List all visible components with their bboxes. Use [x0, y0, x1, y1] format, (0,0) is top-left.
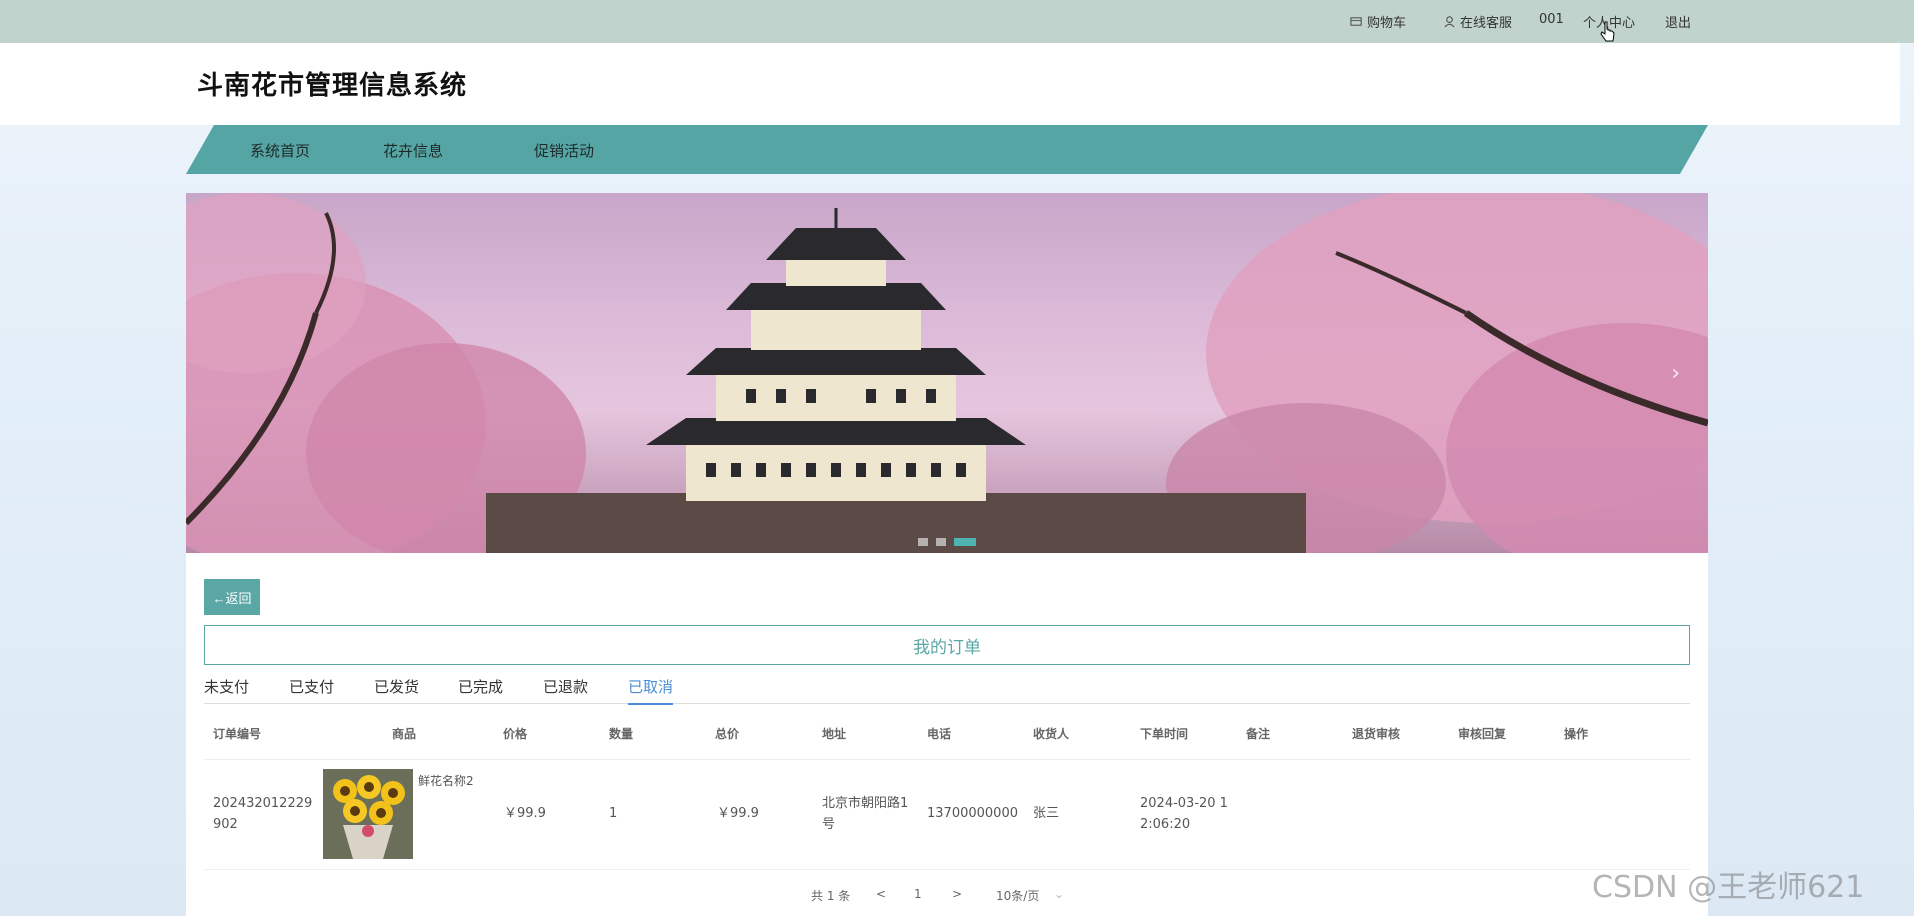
- tab-unpaid[interactable]: 未支付: [204, 676, 249, 703]
- address-line: 号: [822, 817, 836, 832]
- orders-panel: ←返回 我的订单 未支付 已支付 已发货 已完成 已退款 已取消 订单编号 商品…: [186, 553, 1708, 916]
- banner-carousel[interactable]: ›: [186, 193, 1708, 553]
- main-nav: 系统首页 花卉信息 促销活动: [186, 125, 1708, 174]
- col-receiver: 收货人: [1033, 727, 1070, 741]
- table-row: 202432012229 902 鲜花名称2 ￥99.9 1 ￥99.9 北京市…: [204, 759, 1690, 870]
- page-size-select[interactable]: 10条/页: [996, 887, 1039, 904]
- address-line: 北京市朝阳路1: [822, 796, 909, 811]
- nav-item-home[interactable]: 系统首页: [250, 140, 310, 161]
- tab-cancelled[interactable]: 已取消: [628, 676, 674, 705]
- logout-link[interactable]: 退出: [1665, 12, 1691, 31]
- receiver: 张三: [1033, 806, 1060, 821]
- order-time: 2024-03-20 1 2:06:20: [1140, 793, 1228, 835]
- cart-icon: [1350, 17, 1362, 26]
- col-review-reply: 审核回复: [1458, 727, 1507, 741]
- nav-item-promotions[interactable]: 促销活动: [534, 140, 594, 161]
- watermark: CSDN @王老师621: [1592, 870, 1865, 905]
- order-number-line: 202432012229: [213, 796, 313, 811]
- tab-refunded[interactable]: 已退款: [543, 676, 588, 703]
- site-header: 斗南花市管理信息系统: [0, 43, 1900, 125]
- chevron-down-icon[interactable]: ⌄: [1054, 887, 1064, 901]
- pagination-total: 共 1 条: [811, 889, 851, 903]
- cart-link[interactable]: 购物车: [1350, 12, 1406, 31]
- phone: 13700000000: [927, 806, 1018, 821]
- banner-next-arrow-icon[interactable]: ›: [1671, 361, 1680, 386]
- order-time-line: 2:06:20: [1140, 817, 1191, 832]
- online-service-label: 在线客服: [1460, 16, 1513, 31]
- product-image: [323, 769, 413, 859]
- mouse-cursor-icon: [1600, 21, 1615, 42]
- site-title: 斗南花市管理信息系统: [197, 71, 468, 101]
- pagination-prev[interactable]: <: [876, 887, 886, 901]
- username: 001: [1539, 12, 1564, 27]
- tab-paid[interactable]: 已支付: [289, 676, 334, 703]
- nav-item-flowers[interactable]: 花卉信息: [383, 140, 443, 161]
- order-status-tabs: 未支付 已支付 已发货 已完成 已退款 已取消: [204, 673, 1690, 705]
- user-service-icon: [1444, 16, 1455, 28]
- carousel-indicators: [918, 538, 976, 546]
- order-number-line: 902: [213, 817, 238, 832]
- col-order-no: 订单编号: [213, 727, 262, 741]
- col-phone: 电话: [927, 727, 952, 741]
- online-service-link[interactable]: 在线客服: [1443, 12, 1512, 31]
- order-number: 202432012229 902: [213, 793, 312, 835]
- col-price: 价格: [503, 727, 528, 741]
- col-remark: 备注: [1246, 727, 1271, 741]
- total-price: ￥99.9: [717, 806, 759, 821]
- pagination: 共 1 条 < 1 > 10条/页 ⌄: [186, 883, 1708, 907]
- tab-shipped[interactable]: 已发货: [374, 676, 419, 703]
- product-name: 鲜花名称2: [418, 774, 474, 788]
- col-qty: 数量: [609, 727, 634, 741]
- pagination-next[interactable]: >: [952, 887, 962, 901]
- carousel-dot-active[interactable]: [954, 538, 976, 546]
- top-bar: 购物车 在线客服 001 个人中心 退出: [0, 0, 1914, 43]
- address: 北京市朝阳路1 号: [822, 793, 908, 835]
- banner-image: [186, 193, 1708, 553]
- table-header: 订单编号 商品 价格 数量 总价 地址 电话 收货人 下单时间 备注 退货审核 …: [204, 703, 1690, 760]
- price: ￥99.9: [504, 806, 546, 821]
- col-order-time: 下单时间: [1140, 727, 1189, 741]
- tab-completed[interactable]: 已完成: [458, 676, 503, 703]
- carousel-dot[interactable]: [936, 538, 946, 546]
- col-address: 地址: [822, 727, 847, 741]
- col-return-review: 退货审核: [1352, 727, 1401, 741]
- orders-title: 我的订单: [204, 625, 1690, 665]
- cart-label: 购物车: [1367, 16, 1407, 31]
- col-product: 商品: [392, 727, 417, 741]
- col-actions: 操作: [1564, 727, 1589, 741]
- pagination-page[interactable]: 1: [914, 887, 922, 901]
- carousel-dot[interactable]: [918, 538, 928, 546]
- sunflower-bouquet-image: [323, 769, 413, 859]
- col-total: 总价: [715, 727, 740, 741]
- order-time-line: 2024-03-20 1: [1140, 796, 1228, 811]
- back-button[interactable]: ←返回: [204, 579, 260, 615]
- quantity: 1: [609, 806, 618, 821]
